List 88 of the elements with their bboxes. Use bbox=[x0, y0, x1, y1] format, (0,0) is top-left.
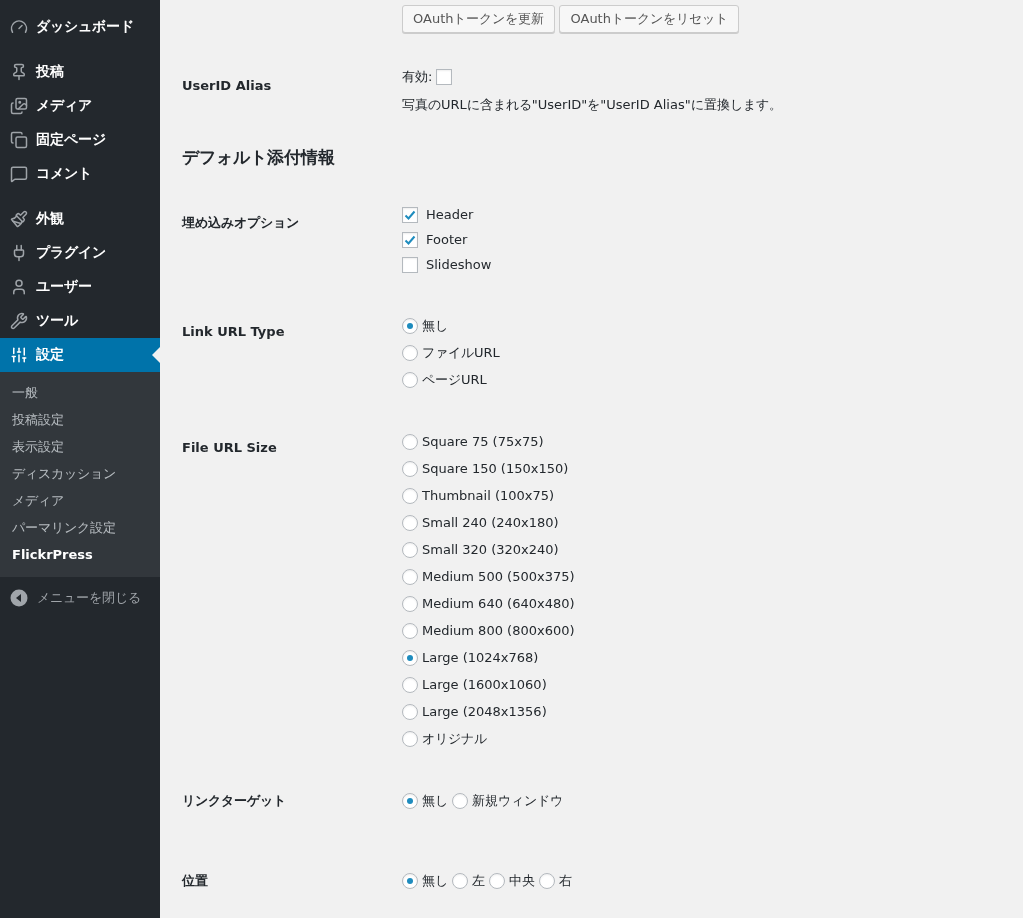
radio-button[interactable] bbox=[402, 568, 418, 585]
sidebar-item[interactable]: ユーザー bbox=[0, 270, 160, 304]
sidebar-item[interactable]: ダッシュボード bbox=[0, 10, 160, 44]
radio-button[interactable] bbox=[402, 649, 418, 666]
images-icon bbox=[10, 97, 28, 115]
collapse-menu-button[interactable]: メニューを閉じる bbox=[0, 577, 160, 611]
option-label: Medium 800 (800x600) bbox=[422, 623, 575, 639]
option-label: Small 320 (320x240) bbox=[422, 542, 559, 558]
person-icon bbox=[10, 278, 28, 296]
sidebar-item[interactable]: 外観 bbox=[0, 202, 160, 236]
sidebar-item[interactable]: ツール bbox=[0, 304, 160, 338]
option-label: 無し bbox=[422, 791, 448, 810]
option-label: 右 bbox=[559, 871, 572, 890]
submenu-item[interactable]: メディア bbox=[0, 487, 160, 514]
radio-button[interactable] bbox=[402, 872, 418, 889]
option-label: Large (1600x1060) bbox=[422, 677, 547, 693]
oauth-button[interactable]: OAuthトークンを更新 bbox=[402, 5, 556, 33]
radio-button[interactable] bbox=[402, 676, 418, 693]
option-label: Medium 640 (640x480) bbox=[422, 596, 575, 612]
radio-button[interactable] bbox=[402, 317, 418, 334]
oauth-button[interactable]: OAuthトークンをリセット bbox=[559, 5, 739, 33]
option-label: Large (2048x1356) bbox=[422, 704, 547, 720]
radio-button[interactable] bbox=[402, 460, 418, 477]
option-label: Large (1024x768) bbox=[422, 650, 539, 666]
submenu-item[interactable]: パーマリンク設定 bbox=[0, 514, 160, 541]
checkbox[interactable] bbox=[402, 231, 418, 248]
pin-icon bbox=[10, 63, 28, 81]
field-label: 埋め込みオプション bbox=[182, 214, 299, 233]
option-label: 新規ウィンドウ bbox=[472, 791, 563, 810]
option-label: Small 240 (240x180) bbox=[422, 515, 559, 531]
radio-button[interactable] bbox=[452, 792, 468, 809]
radio-button[interactable] bbox=[539, 872, 555, 889]
option-label: Slideshow bbox=[426, 257, 492, 273]
radio-button[interactable] bbox=[402, 730, 418, 747]
sidebar-item[interactable]: 固定ページ bbox=[0, 123, 160, 157]
wrench-icon bbox=[10, 312, 28, 330]
field-label: File URL Size bbox=[182, 439, 277, 458]
sidebar-item[interactable]: コメント bbox=[0, 157, 160, 191]
sliders-icon bbox=[10, 346, 28, 364]
submenu-item[interactable]: FlickrPress bbox=[0, 541, 160, 568]
field-description: 写真のURLに含まれる"UserID"を"UserID Alias"に置換します。 bbox=[402, 96, 782, 114]
submenu-item[interactable]: 表示設定 bbox=[0, 433, 160, 460]
submenu-item[interactable]: 投稿設定 bbox=[0, 406, 160, 433]
checkbox[interactable] bbox=[436, 69, 453, 85]
paintbrush-icon bbox=[10, 210, 28, 228]
submenu-item[interactable]: 一般 bbox=[0, 379, 160, 406]
section-heading: デフォルト添付情報 bbox=[182, 147, 335, 168]
field-label: UserID Alias bbox=[182, 77, 272, 95]
option-label: Thumbnail (100x75) bbox=[422, 488, 555, 504]
sidebar-item[interactable]: メディア bbox=[0, 89, 160, 123]
sidebar-item[interactable]: プラグイン bbox=[0, 236, 160, 270]
radio-button[interactable] bbox=[402, 371, 418, 388]
radio-button[interactable] bbox=[402, 622, 418, 639]
option-label: ページURL bbox=[422, 370, 487, 389]
option-label: 中央 bbox=[509, 871, 535, 890]
sidebar-item[interactable]: 設定 bbox=[0, 338, 160, 372]
field-label: Link URL Type bbox=[182, 323, 285, 342]
option-label: ファイルURL bbox=[422, 343, 500, 362]
option-label: 無し bbox=[422, 871, 448, 890]
option-label: Footer bbox=[426, 232, 468, 248]
option-label: Header bbox=[426, 207, 474, 223]
sidebar-item[interactable]: 投稿 bbox=[0, 55, 160, 89]
option-label: Medium 500 (500x375) bbox=[422, 569, 575, 585]
radio-button[interactable] bbox=[402, 433, 418, 450]
collapse-icon bbox=[10, 589, 28, 607]
radio-button[interactable] bbox=[489, 872, 505, 889]
radio-button[interactable] bbox=[402, 703, 418, 720]
radio-button[interactable] bbox=[402, 514, 418, 531]
radio-button[interactable] bbox=[402, 344, 418, 361]
option-label: 左 bbox=[472, 871, 485, 890]
radio-button[interactable] bbox=[402, 541, 418, 558]
option-label: Square 75 (75x75) bbox=[422, 434, 544, 450]
radio-button[interactable] bbox=[402, 487, 418, 504]
pages-icon bbox=[10, 131, 28, 149]
field-label: リンクターゲット bbox=[182, 791, 286, 810]
submenu-item[interactable]: ディスカッション bbox=[0, 460, 160, 487]
radio-button[interactable] bbox=[402, 792, 418, 809]
option-label: 有効: bbox=[402, 68, 433, 86]
gauge-icon bbox=[10, 18, 28, 36]
radio-button[interactable] bbox=[402, 595, 418, 612]
option-label: Square 150 (150x150) bbox=[422, 461, 569, 477]
speech-bubble-icon bbox=[10, 165, 28, 183]
radio-button[interactable] bbox=[452, 872, 468, 889]
checkbox[interactable] bbox=[402, 206, 418, 223]
option-label: オリジナル bbox=[422, 729, 487, 748]
checkbox[interactable] bbox=[402, 256, 418, 273]
option-label: 無し bbox=[422, 316, 448, 335]
field-label: 位置 bbox=[182, 871, 208, 890]
